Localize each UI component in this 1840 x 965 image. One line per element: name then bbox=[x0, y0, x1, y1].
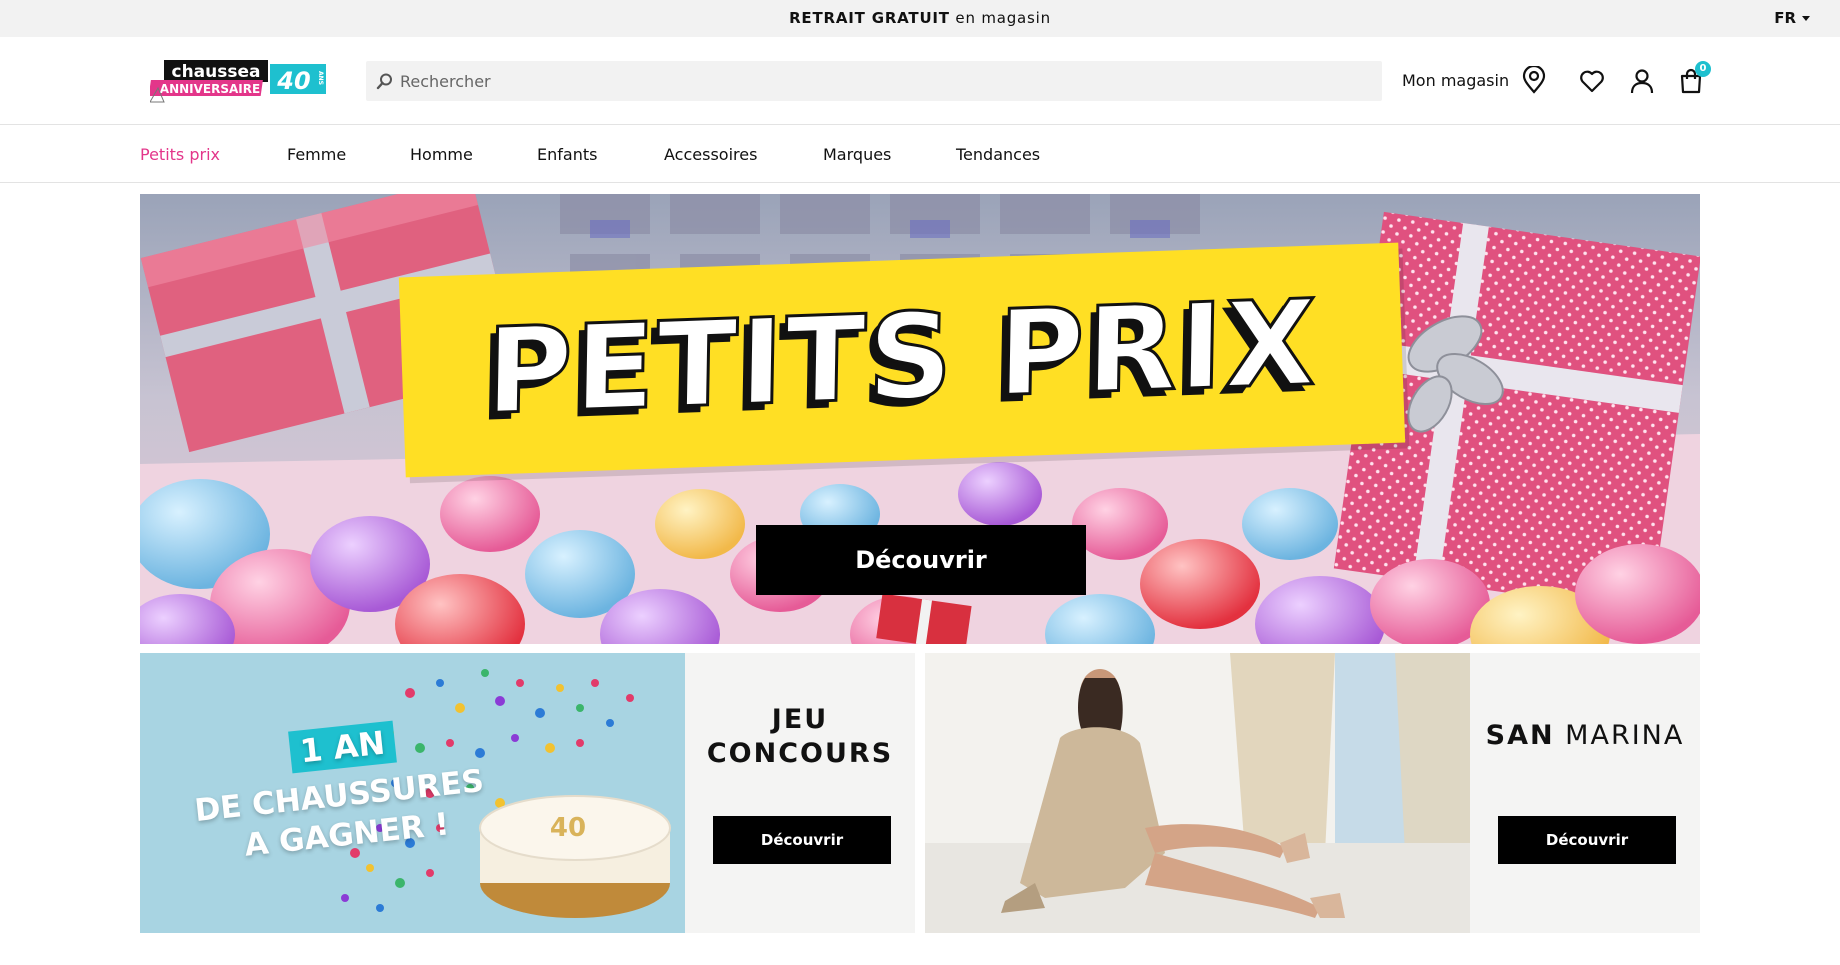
promo-card-san-marina: SAN MARINA Découvrir bbox=[925, 653, 1700, 933]
contest-panel: JEU CONCOURS Découvrir bbox=[685, 653, 915, 933]
san-marina-panel: SAN MARINA Découvrir bbox=[1470, 653, 1700, 933]
cart-button[interactable]: 0 bbox=[1677, 61, 1711, 95]
promo-message: RETRAIT GRATUIT en magasin bbox=[0, 0, 1840, 37]
san-marina-discover-button[interactable]: Découvrir bbox=[1498, 816, 1676, 864]
my-store-label: Mon magasin bbox=[1402, 70, 1510, 90]
contest-title-line1: JEU bbox=[771, 704, 829, 735]
nav-item-femme[interactable]: Femme bbox=[287, 126, 346, 183]
map-pin-icon bbox=[1522, 66, 1546, 94]
nav-item-petits-prix[interactable]: Petits prix bbox=[140, 126, 220, 183]
hero-banner[interactable]: PETITS PRIX Découvrir bbox=[140, 194, 1700, 644]
cart-count-badge: 0 bbox=[1695, 61, 1711, 77]
language-label: FR bbox=[1774, 9, 1796, 27]
search-icon bbox=[376, 73, 392, 90]
account-button[interactable] bbox=[1628, 67, 1656, 95]
main-navigation: Petits prix Femme Homme Enfants Accessoi… bbox=[0, 126, 1840, 183]
nav-item-homme[interactable]: Homme bbox=[410, 126, 473, 183]
user-icon bbox=[1630, 69, 1654, 94]
san-marina-title-bold: SAN bbox=[1485, 720, 1555, 751]
nav-item-enfants[interactable]: Enfants bbox=[537, 126, 597, 183]
heart-icon bbox=[1580, 70, 1604, 93]
san-marina-image[interactable] bbox=[925, 653, 1470, 933]
logo-graphic: chaussea ANNIVERSAIRE 40 ANS bbox=[150, 60, 326, 103]
promo-bold-text: RETRAIT GRATUIT bbox=[789, 9, 950, 27]
search-bar bbox=[366, 61, 1382, 101]
san-marina-title-light: MARINA bbox=[1554, 720, 1685, 751]
contest-image[interactable]: 40 1 AN DE CHAUSSURES A GAGNER ! bbox=[140, 653, 685, 933]
promo-text: en magasin bbox=[949, 9, 1051, 27]
my-store-link[interactable]: Mon magasin bbox=[1402, 60, 1547, 100]
contest-title-line2: CONCOURS bbox=[706, 738, 894, 769]
language-selector[interactable]: FR bbox=[1774, 0, 1810, 37]
search-input[interactable] bbox=[400, 61, 1360, 101]
nav-item-marques[interactable]: Marques bbox=[823, 126, 891, 183]
top-promo-bar: RETRAIT GRATUIT en magasin FR bbox=[0, 0, 1840, 37]
nav-item-accessoires[interactable]: Accessoires bbox=[664, 126, 757, 183]
wishlist-button[interactable] bbox=[1578, 67, 1606, 95]
contest-discover-button[interactable]: Découvrir bbox=[713, 816, 891, 864]
nav-item-tendances[interactable]: Tendances bbox=[956, 126, 1040, 183]
logo-text: chaussea bbox=[172, 62, 261, 82]
logo-ans: ANS bbox=[317, 71, 324, 85]
logo-sub-text: ANNIVERSAIRE bbox=[160, 82, 260, 96]
promo-card-contest: 40 1 AN DE CHAUSSURES A GAGNER ! JEU CON… bbox=[140, 653, 915, 933]
hero-discover-button[interactable]: Découvrir bbox=[756, 525, 1086, 595]
cake-number: 40 bbox=[550, 813, 586, 843]
site-logo[interactable]: chaussea ANNIVERSAIRE 40 ANS bbox=[150, 58, 326, 104]
logo-years: 40 bbox=[276, 67, 310, 95]
hero-title-box: PETITS PRIX bbox=[398, 242, 1406, 478]
san-marina-title: SAN MARINA bbox=[1470, 719, 1700, 753]
model-photo-illustration bbox=[925, 653, 1470, 933]
chevron-down-icon bbox=[1802, 16, 1810, 21]
site-header: chaussea ANNIVERSAIRE 40 ANS Mon magasin bbox=[0, 37, 1840, 125]
